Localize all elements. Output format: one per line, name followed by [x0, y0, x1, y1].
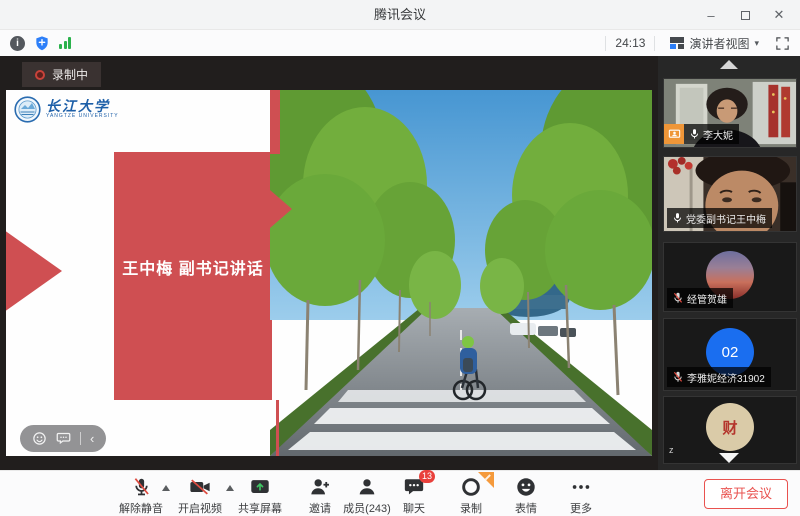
chat-label: 聊天 [403, 500, 425, 516]
screen-sharing-badge-icon [664, 124, 684, 144]
mic-on-icon [673, 212, 682, 224]
more-label: 更多 [570, 500, 592, 516]
view-mode-label: 演讲者视图 [689, 35, 749, 52]
share-screen-icon [249, 475, 271, 499]
emoji-smiley-icon [515, 475, 537, 499]
slide-red-notch-decoration [270, 190, 292, 228]
svg-text:›: › [638, 355, 643, 372]
divider [605, 36, 606, 51]
microphone-muted-icon [131, 475, 152, 499]
title-bar: 腾讯会议 – ✕ [0, 0, 800, 30]
invite-person-icon [309, 475, 331, 499]
recording-indicator[interactable]: 录制中 [22, 62, 101, 87]
participant-tile[interactable]: 党委副书记王中梅 [663, 156, 797, 232]
start-video-label: 开启视频 [178, 500, 222, 516]
emoji-label: 表情 [515, 500, 537, 516]
layout-view-icon [670, 37, 684, 49]
participant-corner-label: z [669, 445, 674, 455]
more-button[interactable]: 更多 [543, 475, 619, 516]
window-title: 腾讯会议 [0, 0, 800, 30]
logo-en-text: YANGTZE UNIVERSITY [46, 113, 119, 120]
slide-photo-road-scene: › [270, 90, 652, 456]
scroll-down-arrow[interactable] [719, 453, 739, 463]
participant-name: 党委副书记王中梅 [686, 211, 766, 226]
status-bar: i 24:13 演讲者视图 ▾ [0, 30, 800, 56]
chevron-down-icon: ▾ [754, 38, 759, 49]
participants-sidebar: 李大妮 党委副书记王中梅 [658, 56, 800, 470]
share-screen-label: 共享屏幕 [238, 500, 282, 516]
maximize-icon [741, 11, 750, 20]
university-logo: 长江大学 YANGTZE UNIVERSITY [14, 96, 119, 123]
logo-cn-text: 长江大学 [46, 99, 119, 113]
participant-name: 李雅妮经济31902 [687, 370, 765, 385]
slide-red-strip-decoration [270, 90, 280, 154]
view-mode-selector[interactable]: 演讲者视图 ▾ [670, 35, 759, 52]
participant-tile[interactable]: 经管贺雄 [663, 242, 797, 312]
presentation-slide: 长江大学 YANGTZE UNIVERSITY 王中梅 副书记讲话 [6, 90, 652, 456]
recording-label: 录制中 [52, 66, 88, 83]
minimize-button[interactable]: – [698, 2, 724, 28]
quick-reaction-pill: ‹ [20, 425, 106, 452]
meeting-timer: 24:13 [615, 36, 645, 50]
participant-name: 经管贺雄 [687, 291, 727, 306]
unmute-label: 解除静音 [119, 500, 163, 516]
record-label: 录制 [460, 500, 482, 516]
status-right: 24:13 演讲者视图 ▾ [596, 35, 790, 52]
shared-screen-stage: 录制中 长江大学 YANGTZE UNIVERSITY 王中梅 副书记讲话 [0, 56, 658, 470]
network-signal-icon[interactable] [59, 37, 71, 49]
camera-off-icon [188, 475, 212, 499]
close-button[interactable]: ✕ [766, 2, 792, 28]
mic-on-icon [690, 128, 699, 140]
participant-tile[interactable]: 02 李雅妮经济31902 [663, 318, 797, 391]
tencent-meeting-window: 腾讯会议 – ✕ i 24:13 演讲者视图 ▾ [0, 0, 800, 516]
chat-quick-icon[interactable] [56, 431, 71, 446]
invite-label: 邀请 [309, 500, 331, 516]
more-dots-icon [570, 475, 592, 499]
participant-name-row: 党委副书记王中梅 [667, 208, 772, 228]
slide-red-line-decoration [276, 400, 279, 456]
members-icon [356, 475, 378, 499]
maximize-button[interactable] [732, 2, 758, 28]
participant-name-row: 李雅妮经济31902 [667, 367, 771, 387]
window-controls: – ✕ [698, 0, 792, 30]
chat-icon: 13 [403, 475, 425, 499]
mic-muted-icon [673, 371, 683, 383]
participant-name-row: 李大妮 [664, 124, 739, 144]
status-icons: i [10, 35, 71, 51]
emoji-quick-icon[interactable] [32, 431, 47, 446]
leave-meeting-button[interactable]: 离开会议 [704, 479, 788, 509]
divider [654, 36, 655, 51]
fullscreen-button[interactable] [775, 36, 790, 51]
security-shield-icon[interactable] [34, 35, 50, 51]
collapse-pill-button[interactable]: ‹ [90, 432, 94, 445]
university-emblem-icon [14, 96, 41, 123]
record-icon [460, 475, 482, 499]
slide-title-box: 王中梅 副书记讲话 [114, 152, 272, 400]
participant-tile[interactable]: 李大妮 [663, 78, 797, 148]
mic-muted-icon [673, 292, 683, 304]
slide-heading: 王中梅 副书记讲话 [122, 255, 263, 297]
scroll-up-arrow[interactable] [720, 60, 738, 69]
participant-avatar: 财 [706, 403, 754, 451]
participant-name-row: 经管贺雄 [667, 288, 733, 308]
recording-dot-icon [35, 70, 45, 80]
meeting-toolbar: 解除静音 开启视频 共享屏幕 邀请 成员(243) [0, 470, 800, 516]
participant-name: 李大妮 [703, 127, 733, 142]
divider [80, 432, 81, 445]
meeting-info-icon[interactable]: i [10, 36, 25, 51]
slide-arrow-decoration [6, 230, 62, 312]
